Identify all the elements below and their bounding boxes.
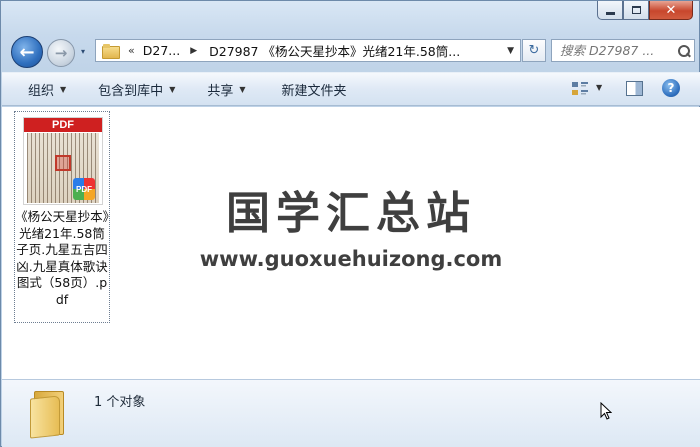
preview-pane-icon[interactable]: [626, 81, 643, 96]
pdf-band: PDF: [24, 118, 102, 132]
maximize-button[interactable]: [623, 1, 649, 20]
view-options-dropdown-icon[interactable]: ▼: [596, 83, 602, 92]
breadcrumb-item-current[interactable]: D27987 《杨公天星抄本》光绪21年.58筒...: [209, 41, 460, 60]
refresh-icon: ↻: [528, 43, 540, 58]
chevron-down-icon: ▼: [239, 84, 246, 94]
command-bar: 组织 ▼ 包含到库中 ▼ 共享 ▼ 新建文件夹 ▼ ?: [2, 72, 700, 106]
change-view-icon[interactable]: [571, 81, 589, 97]
minimize-icon: [605, 11, 615, 15]
forward-arrow-icon: →: [54, 44, 68, 62]
seal-stamp-icon: [55, 155, 71, 171]
chevron-down-icon: ▾: [81, 47, 86, 56]
breadcrumb-separator-icon[interactable]: ▶: [190, 46, 197, 56]
folder-icon: [102, 44, 120, 59]
back-arrow-icon: ←: [19, 41, 35, 63]
help-label: ?: [667, 81, 675, 95]
file-list-pane[interactable]: PDF PDF 《杨公天星抄本》光绪21年.58筒子页.九星五吉四凶.九星真体歌…: [2, 107, 700, 379]
address-dropdown-icon[interactable]: ▼: [507, 46, 514, 56]
search-box[interactable]: [551, 39, 695, 62]
watermark-title: 国学汇总站: [226, 188, 476, 239]
window-controls: ✕: [597, 1, 693, 20]
new-folder-label: 新建文件夹: [281, 83, 347, 99]
navigation-bar: ← → ▾ « D27... ▶ D27987 《杨公天星抄本》光绪21年.58…: [9, 35, 695, 68]
refresh-button[interactable]: ↻: [522, 39, 546, 62]
include-in-library-label: 包含到库中: [98, 83, 164, 99]
back-button[interactable]: ←: [11, 36, 43, 68]
help-icon[interactable]: ?: [662, 79, 680, 97]
explorer-window: ✕ ← → ▾ « D27... ▶ D27987 《杨公天星抄本》光绪21年.…: [0, 0, 700, 447]
close-icon: ✕: [665, 2, 677, 18]
recent-pages-button[interactable]: ▾: [81, 47, 91, 57]
breadcrumb-item-parent[interactable]: D27...: [143, 43, 180, 58]
search-icon[interactable]: [678, 44, 690, 57]
object-count-label: 1 个对象: [94, 395, 146, 410]
share-label: 共享: [207, 83, 234, 99]
breadcrumb-overflow-button[interactable]: «: [128, 44, 135, 57]
new-folder-button[interactable]: 新建文件夹: [282, 80, 347, 99]
watermark-url: www.guoxuehuizong.com: [199, 247, 503, 271]
forward-button[interactable]: →: [47, 39, 75, 67]
organize-menu[interactable]: 组织 ▼: [28, 80, 66, 99]
chevron-down-icon: ▼: [169, 84, 176, 94]
maximize-icon: [631, 6, 641, 14]
include-in-library-menu[interactable]: 包含到库中 ▼: [98, 80, 175, 99]
folder-icon: [30, 389, 66, 439]
share-menu[interactable]: 共享 ▼: [207, 80, 245, 99]
search-input[interactable]: [560, 43, 676, 58]
chevron-down-icon: ▼: [60, 84, 67, 94]
minimize-button[interactable]: [597, 1, 623, 20]
close-button[interactable]: ✕: [649, 1, 693, 20]
details-pane: 1 个对象: [2, 379, 700, 447]
organize-label: 组织: [28, 83, 55, 99]
address-bar[interactable]: « D27... ▶ D27987 《杨公天星抄本》光绪21年.58筒... ▼: [95, 39, 521, 62]
watermark: 国学汇总站 www.guoxuehuizong.com: [2, 177, 700, 271]
mouse-cursor-icon: [600, 402, 612, 420]
